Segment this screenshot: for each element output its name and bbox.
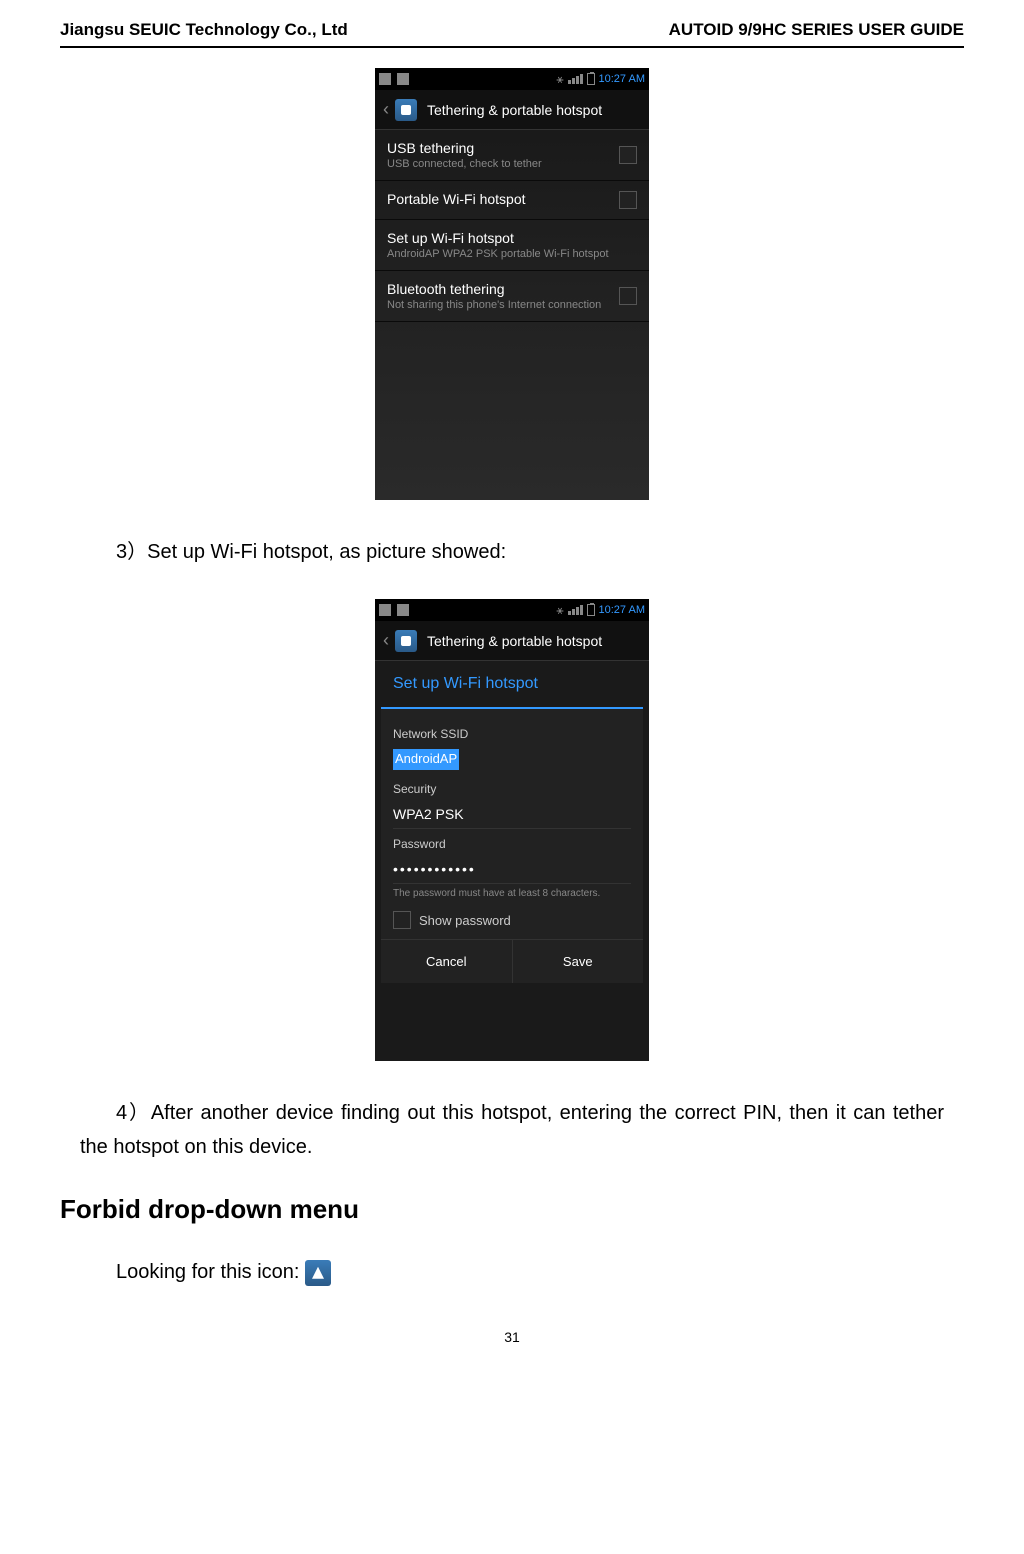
security-label: Security [393, 782, 631, 796]
header-right: AUTOID 9/9HC SERIES USER GUIDE [669, 20, 964, 40]
title-bar[interactable]: ‹ Tethering & portable hotspot [375, 621, 649, 661]
bluetooth-icon: ⚹ [556, 72, 563, 87]
password-label: Password [393, 837, 631, 851]
setting-subtitle: USB connected, check to tether [387, 158, 619, 170]
setting-setup-wifi-hotspot[interactable]: Set up Wi-Fi hotspot AndroidAP WPA2 PSK … [375, 220, 649, 271]
back-icon: ‹ [383, 630, 389, 651]
notification-icon [379, 604, 391, 616]
page-number: 31 [60, 1329, 964, 1345]
bluetooth-icon: ⚹ [556, 603, 563, 618]
screen-title: Tethering & portable hotspot [427, 102, 602, 118]
setting-title: Set up Wi-Fi hotspot [387, 230, 637, 246]
ssid-label: Network SSID [393, 727, 631, 741]
setting-usb-tethering[interactable]: USB tethering USB connected, check to te… [375, 130, 649, 181]
dialog-overlay: Set up Wi-Fi hotspot Network SSID Androi… [375, 661, 649, 1061]
screenshot-wifi-hotspot-dialog: ⚹ 10:27 AM ‹ Tethering & portable hotspo… [375, 599, 649, 1061]
battery-icon [587, 604, 595, 616]
cancel-button[interactable]: Cancel [381, 940, 513, 983]
status-time: 10:27 AM [599, 604, 645, 616]
settings-app-icon [395, 630, 417, 652]
forbid-dropdown-app-icon [305, 1260, 331, 1286]
screenshot-tethering-settings: ⚹ 10:27 AM ‹ Tethering & portable hotspo… [375, 68, 649, 500]
signal-icon [568, 74, 583, 84]
title-bar[interactable]: ‹ Tethering & portable hotspot [375, 90, 649, 130]
setting-subtitle: Not sharing this phone's Internet connec… [387, 299, 619, 311]
status-time: 10:27 AM [599, 73, 645, 85]
dialog-buttons: Cancel Save [381, 939, 643, 983]
settings-app-icon [395, 99, 417, 121]
looking-for-icon-text: Looking for this icon: [80, 1255, 944, 1289]
header-left: Jiangsu SEUIC Technology Co., Ltd [60, 20, 348, 40]
checkbox[interactable] [619, 146, 637, 164]
notification-icon [397, 73, 409, 85]
setting-portable-wifi-hotspot[interactable]: Portable Wi-Fi hotspot [375, 181, 649, 220]
screen-title: Tethering & portable hotspot [427, 633, 602, 649]
save-button[interactable]: Save [513, 940, 644, 983]
dialog-title: Set up Wi-Fi hotspot [381, 661, 643, 709]
setting-subtitle: AndroidAP WPA2 PSK portable Wi-Fi hotspo… [387, 248, 637, 260]
setting-bluetooth-tethering[interactable]: Bluetooth tethering Not sharing this pho… [375, 271, 649, 322]
back-icon: ‹ [383, 99, 389, 120]
notification-icon [379, 73, 391, 85]
checkbox[interactable] [619, 287, 637, 305]
setting-title: USB tethering [387, 140, 619, 156]
step-4-text: 4）After another device finding out this … [80, 1096, 944, 1164]
wifi-hotspot-dialog: Set up Wi-Fi hotspot Network SSID Androi… [381, 661, 643, 983]
checkbox[interactable] [619, 191, 637, 209]
signal-icon [568, 605, 583, 615]
show-password-row[interactable]: Show password [393, 911, 631, 929]
password-input[interactable]: •••••••••••• [393, 855, 631, 884]
status-bar: ⚹ 10:27 AM [375, 599, 649, 621]
status-bar: ⚹ 10:27 AM [375, 68, 649, 90]
battery-icon [587, 73, 595, 85]
page-header: Jiangsu SEUIC Technology Co., Ltd AUTOID… [60, 20, 964, 48]
ssid-input[interactable]: AndroidAP [393, 749, 459, 770]
notification-icon [397, 604, 409, 616]
show-password-checkbox[interactable] [393, 911, 411, 929]
step-3-text: 3）Set up Wi-Fi hotspot, as picture showe… [80, 535, 944, 569]
security-select[interactable]: WPA2 PSK [393, 800, 631, 829]
setting-title: Portable Wi-Fi hotspot [387, 191, 619, 207]
section-heading-forbid-dropdown: Forbid drop-down menu [60, 1194, 964, 1225]
settings-list: USB tethering USB connected, check to te… [375, 130, 649, 500]
password-hint: The password must have at least 8 charac… [393, 888, 631, 899]
show-password-label: Show password [419, 913, 511, 928]
setting-title: Bluetooth tethering [387, 281, 619, 297]
